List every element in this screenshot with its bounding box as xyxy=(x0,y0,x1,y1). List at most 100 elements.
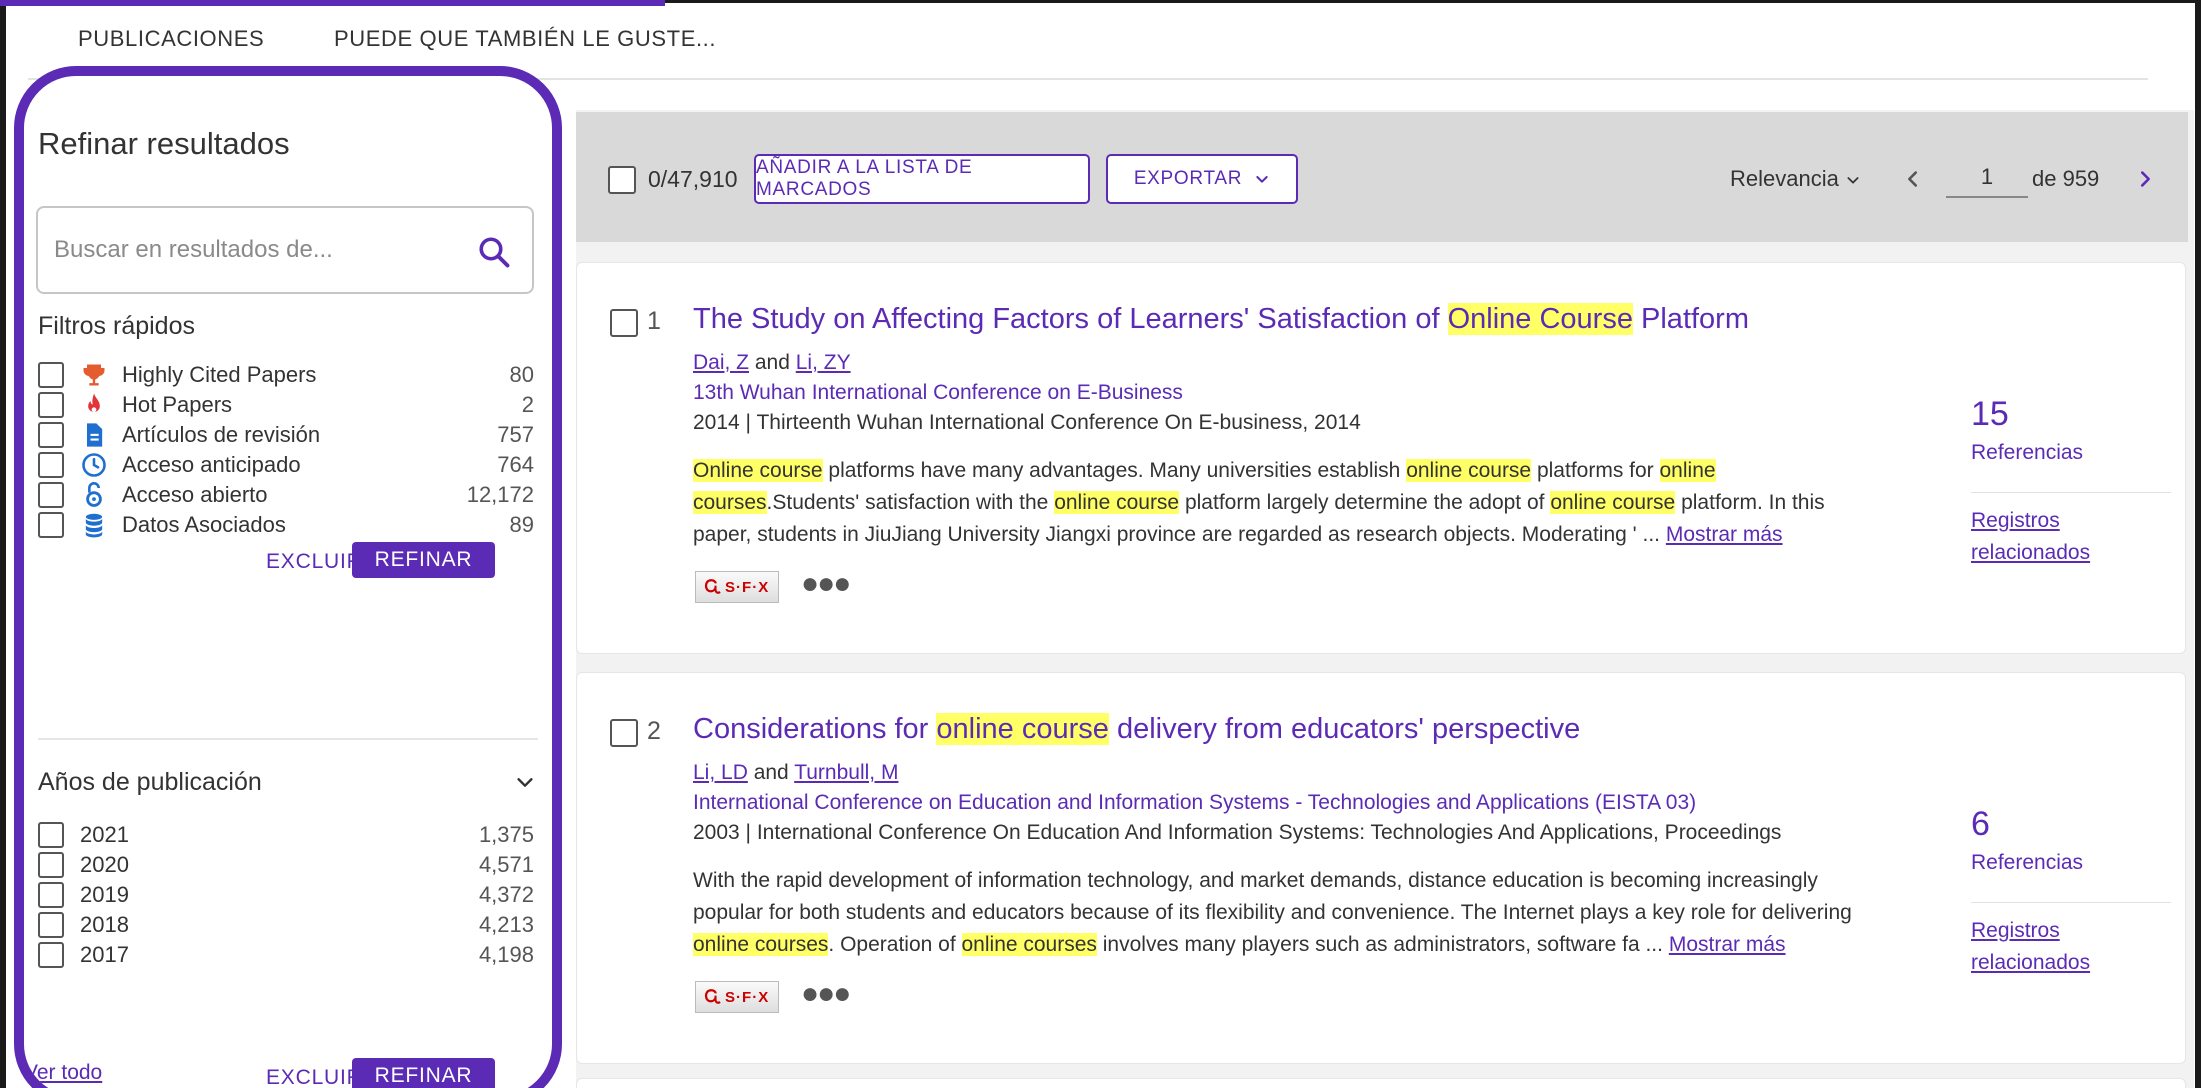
checkbox[interactable] xyxy=(38,482,64,508)
checkbox[interactable] xyxy=(38,822,64,848)
abstract-highlight: online xyxy=(1659,459,1716,482)
ver-todo-link[interactable]: Ver todo xyxy=(24,1061,102,1085)
show-more-link[interactable]: Mostrar más xyxy=(1669,933,1786,956)
title-text: Platform xyxy=(1632,303,1749,335)
citation-count[interactable]: 6 xyxy=(1971,805,1990,844)
author-separator: and xyxy=(749,351,796,374)
excluir-button-years[interactable]: EXCLUIR xyxy=(266,1066,363,1088)
excluir-button[interactable]: EXCLUIR xyxy=(266,550,363,574)
more-options-icon[interactable]: ●●● xyxy=(801,567,851,601)
checkbox[interactable] xyxy=(38,912,64,938)
result-authors: Dai, Z and Li, ZY xyxy=(693,351,851,375)
selected-count: 0/47,910 xyxy=(648,166,738,192)
year-count: 4,198 xyxy=(478,942,534,967)
checkbox[interactable] xyxy=(38,882,64,908)
quick-filters-title: Filtros rápidos xyxy=(38,312,195,340)
export-label: EXPORTAR xyxy=(1133,168,1243,189)
chevron-down-icon[interactable] xyxy=(514,771,536,793)
abstract-text: . Operation of xyxy=(828,933,962,956)
checkbox[interactable] xyxy=(38,362,64,388)
year-label: 2019 xyxy=(80,882,129,907)
related-records-link[interactable]: Registros relacionados xyxy=(1971,915,2090,979)
results-toolbar: 0/47,910 AÑADIR A LA LISTA DE MARCADOS E… xyxy=(576,112,2188,242)
search-icon[interactable] xyxy=(476,234,512,270)
result-conference[interactable]: International Conference on Education an… xyxy=(693,791,1696,815)
top-accent-bar xyxy=(0,0,665,6)
filter-associated-data[interactable]: Datos Asociados 89 xyxy=(38,508,538,544)
sidebar-title: Refinar resultados xyxy=(38,126,290,161)
abstract-highlight: online course xyxy=(1054,491,1180,514)
author-link[interactable]: Turnbull, M xyxy=(794,761,898,784)
divider xyxy=(1971,492,2171,493)
abstract-line: courses.Students' satisfaction with the … xyxy=(693,487,1893,519)
filter-label: Hot Papers xyxy=(122,392,233,417)
chevron-down-icon xyxy=(1847,177,1859,184)
related-line: relacionados xyxy=(1971,541,2091,564)
title-highlight: Online Course xyxy=(1447,303,1633,335)
abstract-highlight: online courses xyxy=(693,933,829,956)
year-label: 2018 xyxy=(80,912,129,937)
abstract-highlight: Online course xyxy=(693,459,823,482)
abstract-text: platform largely determine the adopt of xyxy=(1179,491,1551,514)
chevron-down-icon xyxy=(1256,176,1268,183)
checkbox[interactable] xyxy=(38,422,64,448)
result-title-link[interactable]: Considerations for online course deliver… xyxy=(693,713,1580,746)
result-source-text: | International Conference On Education … xyxy=(739,821,1782,844)
result-checkbox[interactable] xyxy=(610,309,638,337)
open-lock-icon xyxy=(86,482,102,507)
add-to-marked-list-button[interactable]: AÑADIR A LA LISTA DE MARCADOS xyxy=(754,154,1090,204)
checkbox[interactable] xyxy=(38,942,64,968)
filter-label: Highly Cited Papers xyxy=(122,362,317,387)
more-options-icon[interactable]: ●●● xyxy=(801,977,851,1011)
abstract-highlight: courses xyxy=(693,491,767,514)
chevron-right-icon[interactable] xyxy=(2134,168,2156,190)
checkbox[interactable] xyxy=(38,452,64,478)
page-number-input[interactable] xyxy=(1946,158,2028,198)
abstract-highlight: online courses xyxy=(961,933,1097,956)
result-title-link[interactable]: The Study on Affecting Factors of Learne… xyxy=(693,303,1749,336)
result-conference[interactable]: 13th Wuhan International Conference on E… xyxy=(693,381,1183,405)
result-authors: Li, LD and Turnbull, M xyxy=(693,761,898,785)
show-more-link[interactable]: Mostrar más xyxy=(1666,523,1783,546)
related-line: Registros xyxy=(1971,919,2060,942)
author-link[interactable]: Li, ZY xyxy=(796,351,851,374)
abstract-line: Online course platforms have many advant… xyxy=(693,455,1893,487)
abstract-line: online courses. Operation of online cour… xyxy=(693,929,1893,961)
refinar-button[interactable]: REFINAR xyxy=(352,542,495,578)
references-label[interactable]: Referencias xyxy=(1971,441,2083,465)
checkbox[interactable] xyxy=(38,512,64,538)
result-year: 2003 xyxy=(693,821,740,844)
export-button[interactable]: EXPORTAR xyxy=(1106,154,1298,204)
result-abstract: With the rapid development of informatio… xyxy=(693,865,1893,961)
divider xyxy=(1971,902,2171,903)
chevron-left-icon[interactable] xyxy=(1902,168,1924,190)
related-records-link[interactable]: Registros relacionados xyxy=(1971,505,2090,569)
year-label: 2017 xyxy=(80,942,129,967)
citation-count[interactable]: 15 xyxy=(1971,395,2009,434)
filter-label: Datos Asociados xyxy=(122,512,286,537)
filter-count: 89 xyxy=(509,512,534,537)
abstract-line: With the rapid development of informatio… xyxy=(693,865,1893,897)
sort-dropdown[interactable]: Relevancia xyxy=(1730,166,1861,192)
abstract-text: popular for both students and educators … xyxy=(693,901,1852,924)
select-all-checkbox[interactable] xyxy=(608,166,636,194)
references-label[interactable]: Referencias xyxy=(1971,851,2083,875)
author-separator: and xyxy=(747,761,795,784)
abstract-text: platforms for xyxy=(1531,459,1660,482)
document-icon xyxy=(87,423,103,447)
year-filter-2017[interactable]: 2017 4,198 xyxy=(38,938,538,974)
filter-count: 764 xyxy=(497,452,534,477)
checkbox[interactable] xyxy=(38,852,64,878)
result-checkbox[interactable] xyxy=(610,719,638,747)
result-card: 1 The Study on Affecting Factors of Lear… xyxy=(576,262,2186,654)
author-link[interactable]: Li, LD xyxy=(693,761,748,784)
checkbox[interactable] xyxy=(38,392,64,418)
refinar-button-years[interactable]: REFINAR xyxy=(352,1058,495,1088)
author-link[interactable]: Dai, Z xyxy=(693,351,749,374)
sfx-button[interactable]: Ꮹ S·F·X xyxy=(695,571,779,603)
years-title: Años de publicación xyxy=(38,768,262,796)
sfx-button[interactable]: Ꮹ S·F·X xyxy=(695,981,779,1013)
sort-label: Relevancia xyxy=(1730,166,1839,191)
title-text: Considerations for xyxy=(693,713,937,745)
search-input[interactable] xyxy=(54,226,454,274)
